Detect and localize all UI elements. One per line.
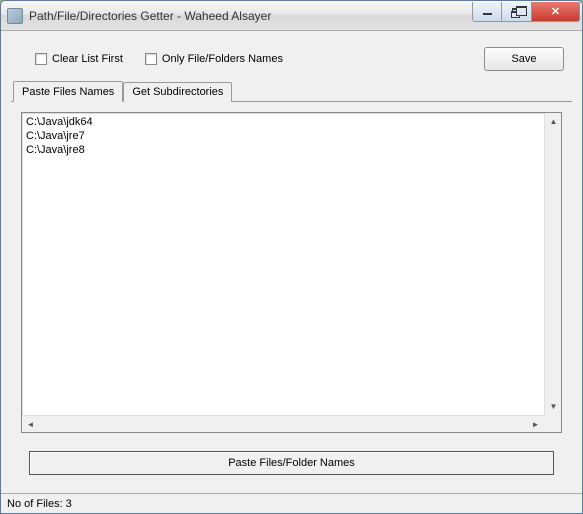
window-title: Path/File/Directories Getter - Waheed Al… — [29, 9, 472, 23]
app-icon — [7, 8, 23, 24]
window-controls — [472, 2, 580, 22]
clear-list-first-checkbox[interactable]: Clear List First — [35, 53, 123, 65]
list-item[interactable]: C:\Java\jre8 — [26, 143, 557, 157]
checkbox-box-icon — [35, 53, 47, 65]
list-item[interactable]: C:\Java\jre7 — [26, 129, 557, 143]
maximize-button[interactable] — [502, 2, 532, 22]
scroll-track[interactable] — [545, 130, 561, 398]
horizontal-scrollbar[interactable]: ◄ ► — [22, 415, 544, 432]
minimize-button[interactable] — [472, 2, 502, 22]
only-names-label: Only File/Folders Names — [162, 53, 283, 65]
minimize-icon — [483, 13, 492, 15]
tab-panel: C:\Java\jdk64 C:\Java\jre7 C:\Java\jre8 … — [11, 101, 572, 493]
titlebar[interactable]: Path/File/Directories Getter - Waheed Al… — [1, 1, 582, 31]
options-row: Clear List First Only File/Folders Names… — [11, 41, 572, 81]
content-area: Clear List First Only File/Folders Names… — [1, 31, 582, 493]
scroll-right-icon[interactable]: ► — [527, 416, 544, 433]
vertical-scrollbar[interactable]: ▲ ▼ — [544, 113, 561, 415]
tab-get-subdirectories[interactable]: Get Subdirectories — [123, 82, 232, 102]
only-names-checkbox[interactable]: Only File/Folders Names — [145, 53, 283, 65]
paste-files-folder-names-button[interactable]: Paste Files/Folder Names — [29, 451, 554, 475]
status-text: No of Files: 3 — [7, 498, 72, 510]
status-bar: No of Files: 3 — [1, 493, 582, 513]
scroll-up-icon[interactable]: ▲ — [545, 113, 562, 130]
restore-icon — [512, 8, 521, 15]
bottom-actions: Paste Files/Folder Names — [21, 433, 562, 483]
close-icon — [551, 5, 560, 18]
main-window: Path/File/Directories Getter - Waheed Al… — [0, 0, 583, 514]
scroll-corner — [544, 415, 561, 432]
scroll-down-icon[interactable]: ▼ — [545, 398, 562, 415]
file-list[interactable]: C:\Java\jdk64 C:\Java\jre7 C:\Java\jre8 … — [21, 112, 562, 433]
save-button[interactable]: Save — [484, 47, 564, 71]
list-item[interactable]: C:\Java\jdk64 — [26, 115, 557, 129]
scroll-track[interactable] — [39, 416, 527, 432]
close-button[interactable] — [532, 2, 580, 22]
clear-list-first-label: Clear List First — [52, 53, 123, 65]
scroll-left-icon[interactable]: ◄ — [22, 416, 39, 433]
file-list-content: C:\Java\jdk64 C:\Java\jre7 C:\Java\jre8 — [22, 113, 561, 432]
checkbox-box-icon — [145, 53, 157, 65]
tab-paste-files-names[interactable]: Paste Files Names — [13, 81, 123, 102]
tab-strip: Paste Files Names Get Subdirectories — [11, 81, 572, 101]
